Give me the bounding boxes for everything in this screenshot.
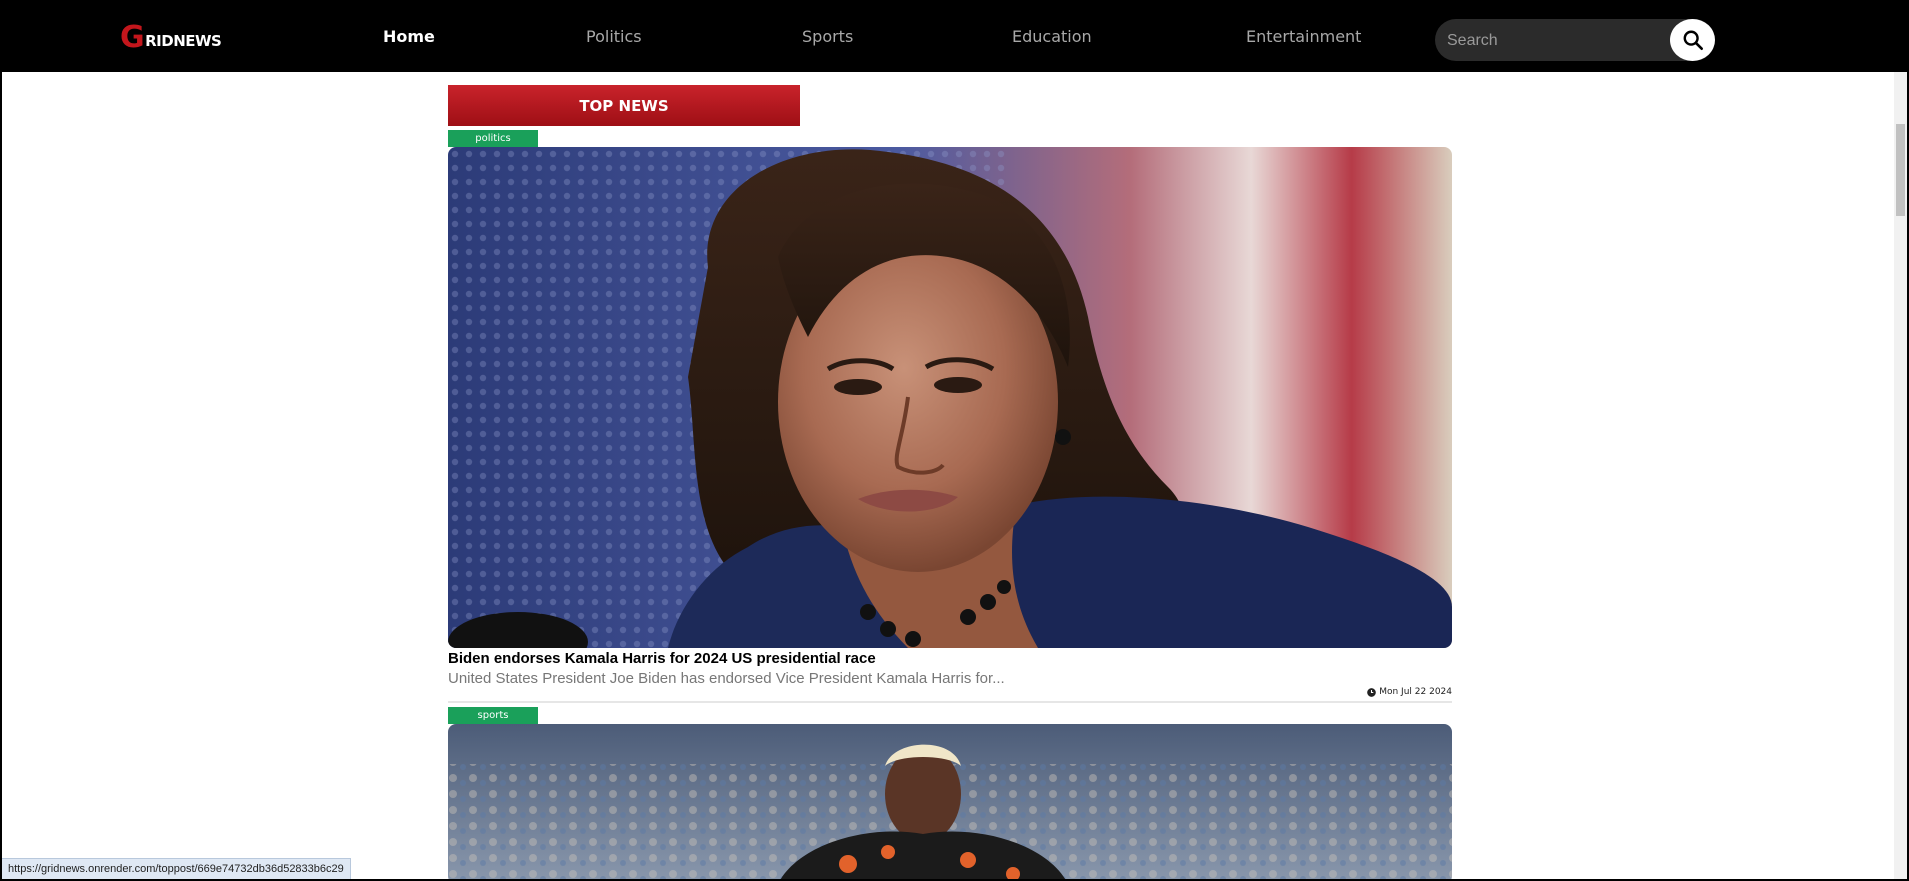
section-title-top-news: TOP NEWS: [448, 85, 800, 126]
search-box: [1435, 19, 1715, 63]
search-icon: [1683, 30, 1703, 50]
nav-sports[interactable]: Sports: [802, 27, 853, 46]
athlete-photo: [448, 724, 1452, 879]
clock-icon: [1367, 687, 1377, 697]
news-date: Mon Jul 22 2024: [1367, 687, 1452, 697]
search-button[interactable]: [1670, 19, 1715, 61]
nav-entertainment[interactable]: Entertainment: [1246, 27, 1361, 46]
top-navbar: G RIDNEWS Home Politics Sports Education…: [2, 2, 1907, 72]
nav-education[interactable]: Education: [1012, 27, 1092, 46]
nav-politics[interactable]: Politics: [586, 27, 642, 46]
card-divider: [448, 701, 1452, 703]
category-tag[interactable]: sports: [448, 707, 538, 724]
news-photo[interactable]: [448, 724, 1452, 879]
news-summary: United States President Joe Biden has en…: [448, 670, 1005, 687]
scrollbar-thumb[interactable]: [1896, 124, 1905, 216]
news-headline[interactable]: Biden endorses Kamala Harris for 2024 US…: [448, 650, 876, 667]
category-tag[interactable]: politics: [448, 130, 538, 147]
status-bar-url: https://gridnews.onrender.com/toppost/66…: [2, 858, 351, 879]
news-date-text: Mon Jul 22 2024: [1379, 687, 1452, 697]
page-frame: G RIDNEWS Home Politics Sports Education…: [0, 0, 1909, 881]
portrait-photo: [448, 147, 1452, 648]
vertical-scrollbar[interactable]: [1894, 72, 1907, 879]
nav-home[interactable]: Home: [383, 27, 435, 46]
search-input[interactable]: [1445, 19, 1669, 63]
news-photo[interactable]: [448, 147, 1452, 648]
